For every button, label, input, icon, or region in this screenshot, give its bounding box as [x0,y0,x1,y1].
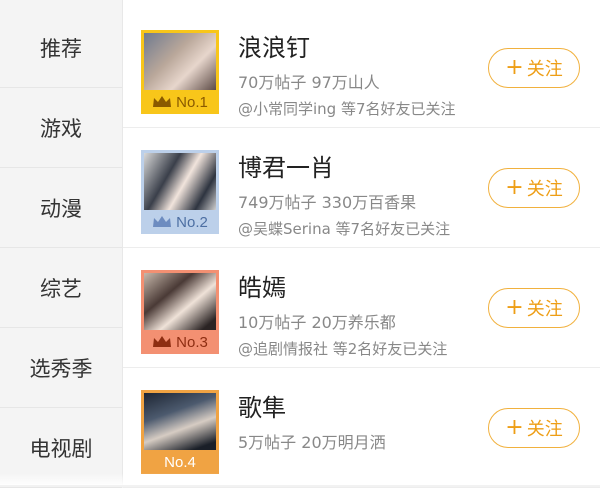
list-item[interactable]: No.1 浪浪钉 70万帖子 97万山人 @小常同学ing 等7名好友已关注 +… [123,8,600,128]
plus-icon: + [505,55,524,80]
sidebar-item-talent-show[interactable]: 选秀季 [0,328,122,408]
cover-image [144,33,216,90]
crown-icon [153,216,172,227]
rank-badge: No.3 [141,330,219,354]
topic-title[interactable]: 皓嫣 [238,268,286,303]
topic-title[interactable]: 浪浪钉 [238,28,310,63]
sidebar-item-label: 游戏 [40,116,82,141]
app-screen: 推荐 游戏 动漫 综艺 选秀季 电视剧 No.1 浪浪钉 70万帖子 97万山人… [0,0,600,488]
friends-following: @吴蝶Serina 等7名好友已关注 [238,220,451,238]
sidebar-item-games[interactable]: 游戏 [0,88,122,168]
follow-button[interactable]: + 关注 [488,408,580,448]
crown-icon [153,96,172,107]
sidebar-item-anime[interactable]: 动漫 [0,168,122,248]
rank-badge: No.2 [141,210,219,234]
topic-stats: 70万帖子 97万山人 [238,73,380,92]
sidebar-item-label: 选秀季 [29,356,93,381]
cover-thumbnail: No.2 [141,150,219,234]
plus-icon: + [505,415,524,440]
crown-icon [153,336,172,347]
cover-thumbnail: No.4 [141,390,219,474]
rank-badge: No.1 [141,90,219,114]
rank-badge: No.4 [164,453,196,471]
ranking-list: No.1 浪浪钉 70万帖子 97万山人 @小常同学ing 等7名好友已关注 +… [122,0,600,488]
category-sidebar: 推荐 游戏 动漫 综艺 选秀季 电视剧 [0,0,122,488]
topic-stats: 10万帖子 20万养乐都 [238,313,396,332]
follow-button[interactable]: + 关注 [488,288,580,328]
friends-following: @小常同学ing 等7名好友已关注 [238,100,456,118]
plus-icon: + [505,175,524,200]
sidebar-item-label: 动漫 [40,196,82,221]
sidebar-item-tv-drama[interactable]: 电视剧 [0,408,122,488]
cover-thumbnail: No.1 [141,30,219,114]
sidebar-item-variety[interactable]: 综艺 [0,248,122,328]
list-item[interactable]: No.3 皓嫣 10万帖子 20万养乐都 @追剧情报社 等2名好友已关注 + 关注 [123,248,600,368]
list-item[interactable]: No.2 博君一肖 749万帖子 330万百香果 @吴蝶Serina 等7名好友… [123,128,600,248]
follow-button[interactable]: + 关注 [488,48,580,88]
topic-title[interactable]: 歌隼 [238,388,286,423]
plus-icon: + [505,295,524,320]
topic-title[interactable]: 博君一肖 [238,148,334,183]
topic-stats: 749万帖子 330万百香果 [238,193,417,212]
topic-stats: 5万帖子 20万明月洒 [238,433,386,452]
friends-following: @追剧情报社 等2名好友已关注 [238,340,448,358]
sidebar-item-label: 推荐 [40,36,82,61]
sidebar-item-label: 电视剧 [29,436,93,461]
cover-thumbnail: No.3 [141,270,219,354]
sidebar-item-recommend[interactable]: 推荐 [0,8,122,88]
cover-image [144,393,216,450]
cover-image [144,153,216,210]
cover-image [144,273,216,330]
list-item[interactable]: No.4 歌隼 5万帖子 20万明月洒 + 关注 [123,368,600,488]
sidebar-item-label: 综艺 [40,276,82,301]
follow-button[interactable]: + 关注 [488,168,580,208]
